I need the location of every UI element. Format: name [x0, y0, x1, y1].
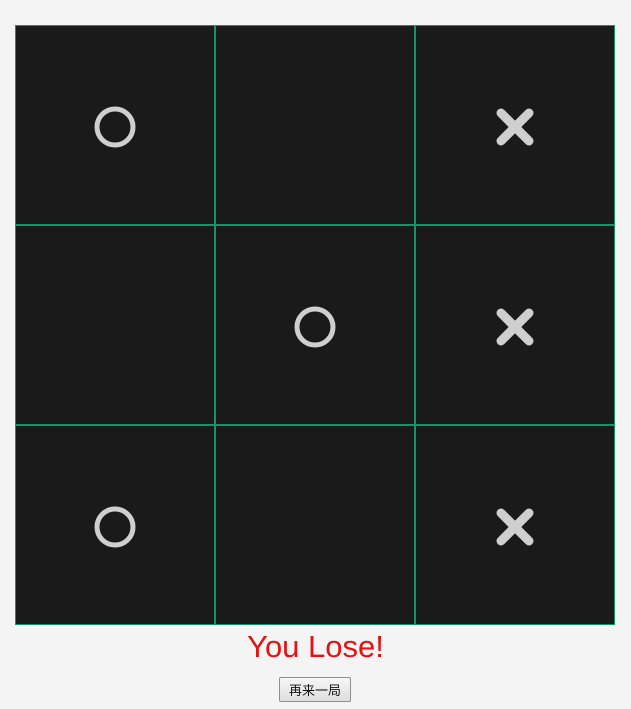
o-mark-icon	[92, 504, 138, 550]
tic-tac-toe-board	[15, 25, 615, 625]
board-cell-r3-c2[interactable]	[215, 425, 415, 625]
game-page: You Lose! 再来一局	[0, 0, 631, 709]
board-cell-r2-c2[interactable]	[215, 225, 415, 425]
board-cell-r2-c1[interactable]	[15, 225, 215, 425]
board-cell-r1-c2[interactable]	[215, 25, 415, 225]
board-cell-r1-c1[interactable]	[15, 25, 215, 225]
x-mark-icon	[492, 504, 538, 550]
o-mark-icon	[292, 304, 338, 350]
board-cell-r2-c3[interactable]	[415, 225, 615, 425]
board-cell-r3-c3[interactable]	[415, 425, 615, 625]
o-mark-icon	[92, 104, 138, 150]
game-result-text: You Lose!	[247, 629, 384, 664]
x-mark-icon	[492, 304, 538, 350]
x-mark-icon	[492, 104, 538, 150]
board-cell-r1-c3[interactable]	[415, 25, 615, 225]
board-cell-r3-c1[interactable]	[15, 425, 215, 625]
play-again-button[interactable]: 再来一局	[279, 677, 351, 702]
